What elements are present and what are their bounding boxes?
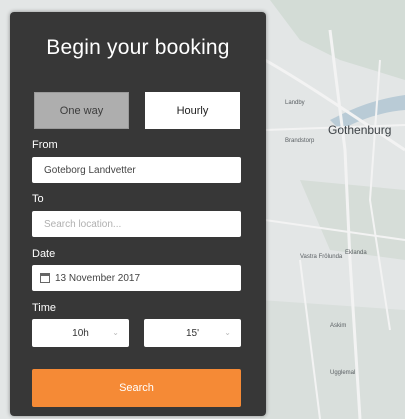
to-input[interactable]: Search location... (32, 211, 241, 237)
from-input[interactable]: Goteborg Landvetter (32, 157, 241, 183)
date-value: 13 November 2017 (55, 272, 141, 284)
map-place-label: Askim (330, 323, 347, 329)
chevron-down-icon: ⌄ (224, 328, 231, 337)
minute-value: 15' (185, 327, 200, 339)
calendar-icon (40, 273, 50, 283)
map-place-label: Eklanda (345, 250, 367, 256)
booking-panel: Begin your booking One way Hourly From G… (10, 12, 266, 416)
from-label: From (32, 139, 58, 151)
booking-title: Begin your booking (46, 36, 230, 59)
to-label: To (32, 193, 44, 205)
date-input[interactable]: 13 November 2017 (32, 265, 241, 291)
minute-select[interactable]: 15' ⌄ (144, 319, 241, 347)
map-place-label: Brandstorp (285, 138, 315, 144)
map-city-label: Gothenburg (328, 123, 392, 137)
hourly-toggle[interactable]: Hourly (145, 92, 240, 129)
hour-value: 10h (72, 327, 89, 339)
map-place-label: Ugglemal (330, 370, 356, 376)
hour-select[interactable]: 10h ⌄ (32, 319, 129, 347)
one-way-toggle[interactable]: One way (34, 92, 129, 129)
search-button[interactable]: Search (32, 369, 241, 407)
map-place-label: Landby (285, 100, 305, 106)
map-place-label: Vastra Frölunda (300, 254, 343, 260)
date-label: Date (32, 248, 56, 260)
time-label: Time (32, 302, 57, 314)
chevron-down-icon: ⌄ (112, 328, 119, 337)
